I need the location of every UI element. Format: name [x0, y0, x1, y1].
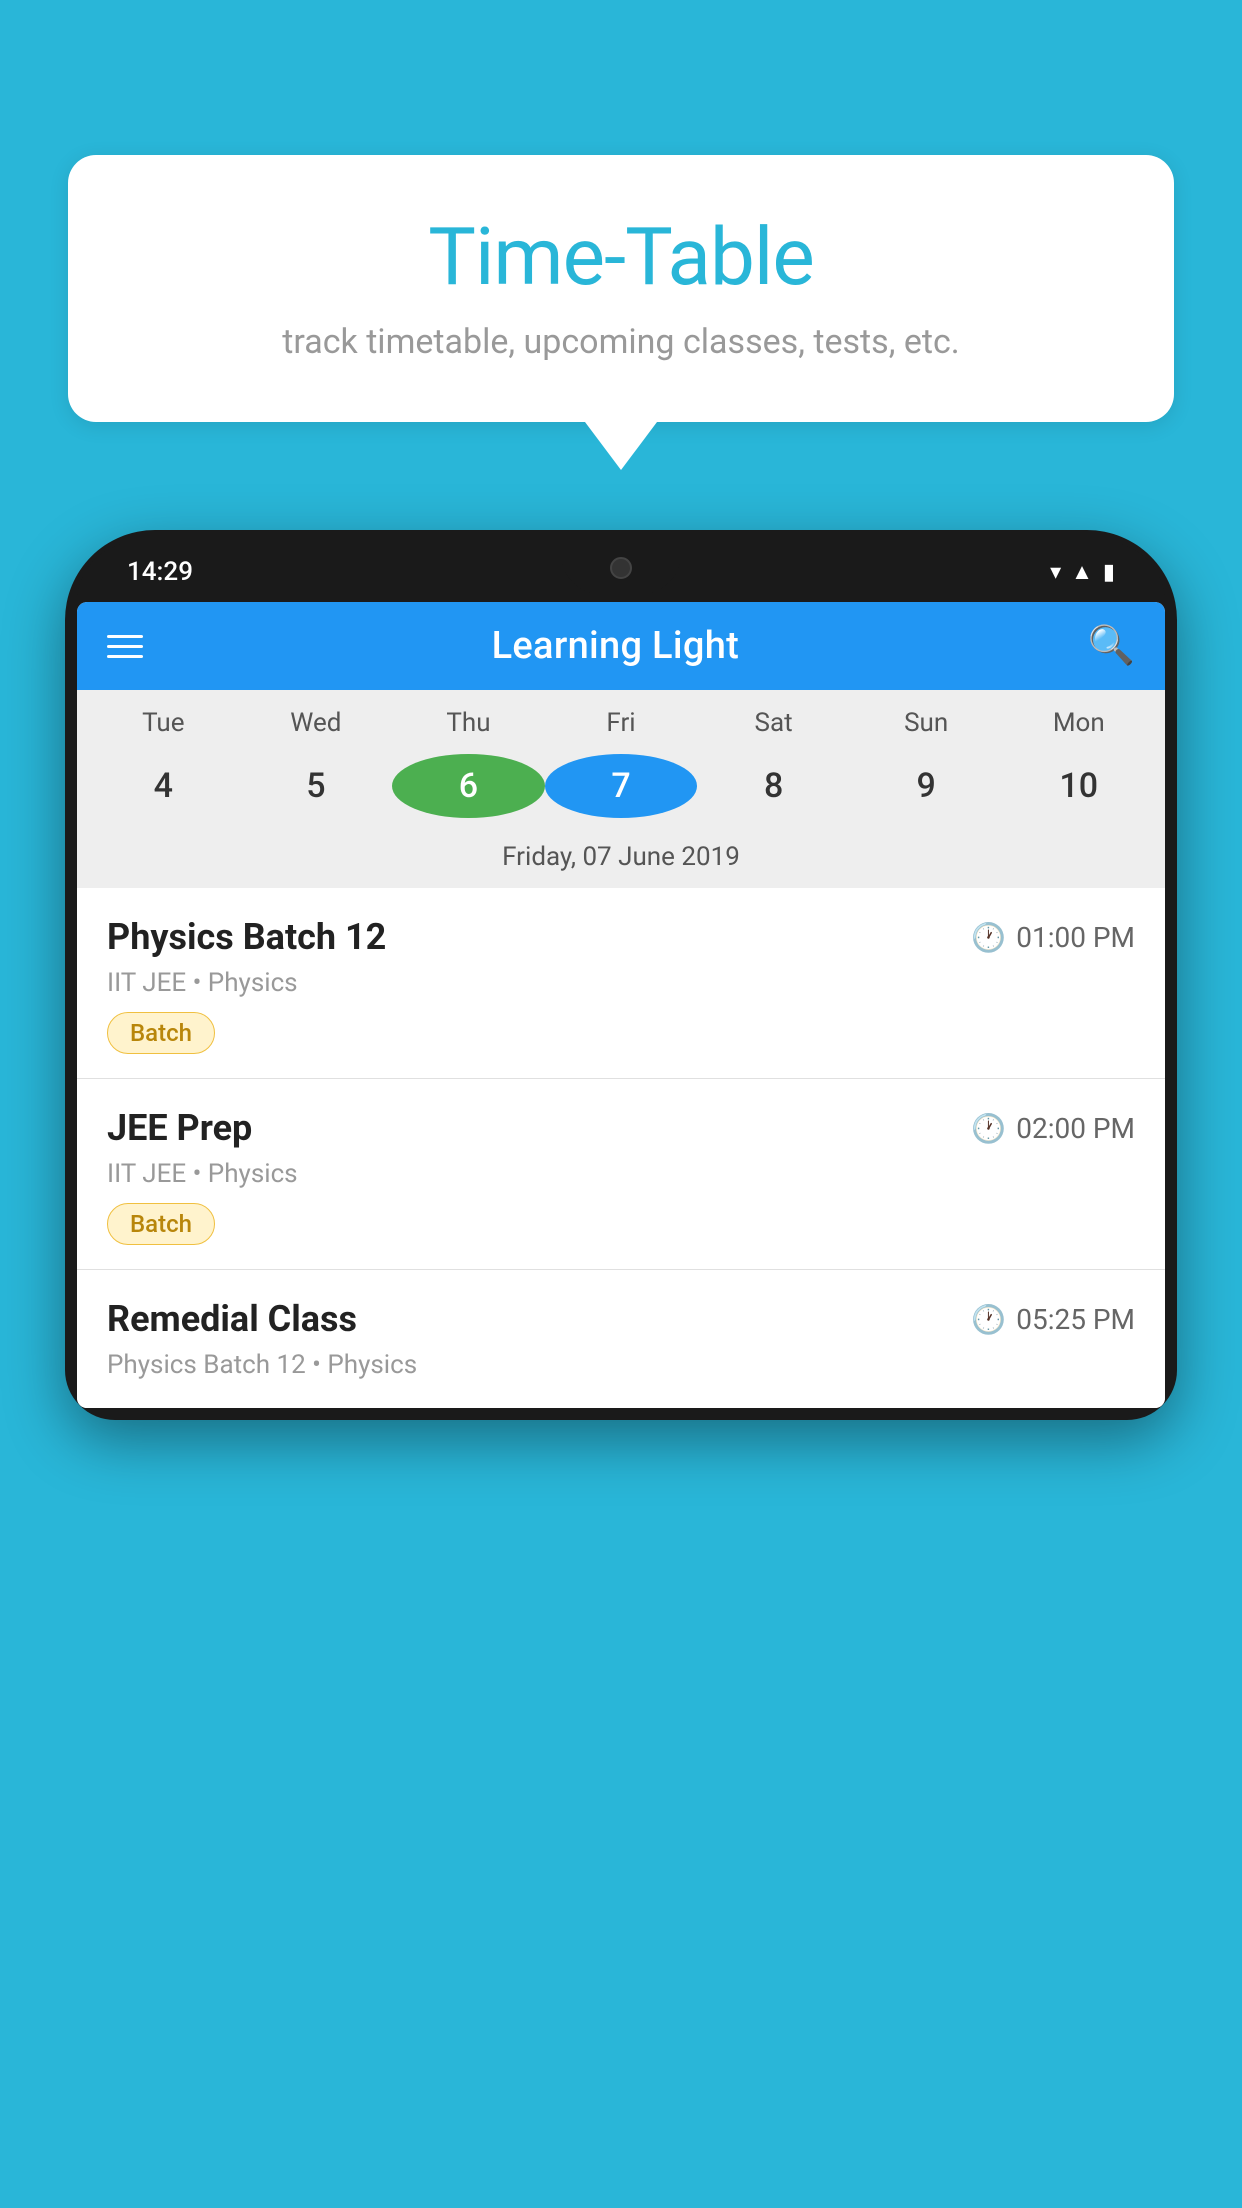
date-cell-10-wrapper[interactable]: 10	[1002, 754, 1155, 818]
weekday-mon: Mon	[1002, 708, 1155, 738]
card-3-time-group: 🕐 05:25 PM	[971, 1303, 1135, 1336]
card-2-time-group: 🕐 02:00 PM	[971, 1112, 1135, 1145]
weekday-row: Tue Wed Thu Fri Sat Sun Mon	[77, 690, 1165, 746]
card-2-subtitle: IIT JEE • Physics	[107, 1159, 1135, 1189]
card-3-subtitle: Physics Batch 12 • Physics	[107, 1350, 1135, 1380]
clock-icon-1: 🕐	[971, 921, 1006, 954]
card-3-time: 05:25 PM	[1016, 1303, 1135, 1336]
app-header: Learning Light 🔍	[77, 602, 1165, 690]
bubble-subtitle: track timetable, upcoming classes, tests…	[128, 322, 1114, 362]
battery-icon: ▮	[1103, 560, 1115, 585]
date-cell-9-wrapper[interactable]: 9	[850, 754, 1003, 818]
class-card-1[interactable]: Physics Batch 12 🕐 01:00 PM IIT JEE • Ph…	[77, 888, 1165, 1079]
date-cell-4: 4	[87, 754, 240, 818]
calendar-section: Tue Wed Thu Fri Sat Sun Mon 4 5	[77, 690, 1165, 888]
card-2-header: JEE Prep 🕐 02:00 PM	[107, 1107, 1135, 1149]
clock-icon-2: 🕐	[971, 1112, 1006, 1145]
date-row: 4 5 6 7 8 9	[77, 746, 1165, 830]
date-cell-8-wrapper[interactable]: 8	[697, 754, 850, 818]
date-cell-6-wrapper[interactable]: 6	[392, 754, 545, 818]
date-cell-8: 8	[697, 754, 850, 818]
date-cell-5-wrapper[interactable]: 5	[240, 754, 393, 818]
signal-icon: ▲	[1071, 559, 1093, 585]
class-card-2[interactable]: JEE Prep 🕐 02:00 PM IIT JEE • Physics Ba…	[77, 1079, 1165, 1270]
weekday-wed: Wed	[240, 708, 393, 738]
date-cell-10: 10	[1002, 754, 1155, 818]
card-1-time: 01:00 PM	[1016, 921, 1135, 954]
phone-screen: Learning Light 🔍 Tue Wed Thu Fri Sat Sun…	[77, 602, 1165, 1408]
card-1-time-group: 🕐 01:00 PM	[971, 921, 1135, 954]
speech-bubble-arrow	[585, 422, 657, 470]
date-cell-5: 5	[240, 754, 393, 818]
card-1-header: Physics Batch 12 🕐 01:00 PM	[107, 916, 1135, 958]
speech-bubble: Time-Table track timetable, upcoming cla…	[68, 155, 1174, 422]
card-3-header: Remedial Class 🕐 05:25 PM	[107, 1298, 1135, 1340]
bubble-title: Time-Table	[128, 210, 1114, 304]
weekday-tue: Tue	[87, 708, 240, 738]
weekday-sat: Sat	[697, 708, 850, 738]
camera-dot	[610, 557, 632, 579]
card-1-title: Physics Batch 12	[107, 916, 386, 958]
batch-badge-1: Batch	[107, 1012, 215, 1054]
speech-bubble-container: Time-Table track timetable, upcoming cla…	[68, 155, 1174, 470]
card-2-title: JEE Prep	[107, 1107, 252, 1149]
app-title: Learning Light	[492, 624, 740, 668]
phone-notch	[561, 542, 681, 594]
selected-date-label: Friday, 07 June 2019	[77, 830, 1165, 888]
date-cell-9: 9	[850, 754, 1003, 818]
status-icons: ▾ ▲ ▮	[1050, 559, 1115, 585]
search-button[interactable]: 🔍	[1088, 624, 1135, 668]
weekday-fri: Fri	[545, 708, 698, 738]
card-2-time: 02:00 PM	[1016, 1112, 1135, 1145]
phone-frame: 14:29 ▾ ▲ ▮ Learning Light 🔍	[65, 530, 1177, 1420]
weekday-thu: Thu	[392, 708, 545, 738]
weekday-sun: Sun	[850, 708, 1003, 738]
phone-wrapper: 14:29 ▾ ▲ ▮ Learning Light 🔍	[65, 530, 1177, 2208]
class-card-3[interactable]: Remedial Class 🕐 05:25 PM Physics Batch …	[77, 1270, 1165, 1408]
status-time: 14:29	[127, 557, 193, 587]
date-cell-4-wrapper[interactable]: 4	[87, 754, 240, 818]
date-cell-7-selected: 7	[545, 754, 698, 818]
card-3-title: Remedial Class	[107, 1298, 357, 1340]
menu-button[interactable]	[107, 635, 143, 658]
card-1-subtitle: IIT JEE • Physics	[107, 968, 1135, 998]
date-cell-7-wrapper[interactable]: 7	[545, 754, 698, 818]
batch-badge-2: Batch	[107, 1203, 215, 1245]
date-cell-6-today: 6	[392, 754, 545, 818]
status-bar: 14:29 ▾ ▲ ▮	[77, 542, 1165, 602]
wifi-icon: ▾	[1050, 560, 1061, 585]
clock-icon-3: 🕐	[971, 1303, 1006, 1336]
